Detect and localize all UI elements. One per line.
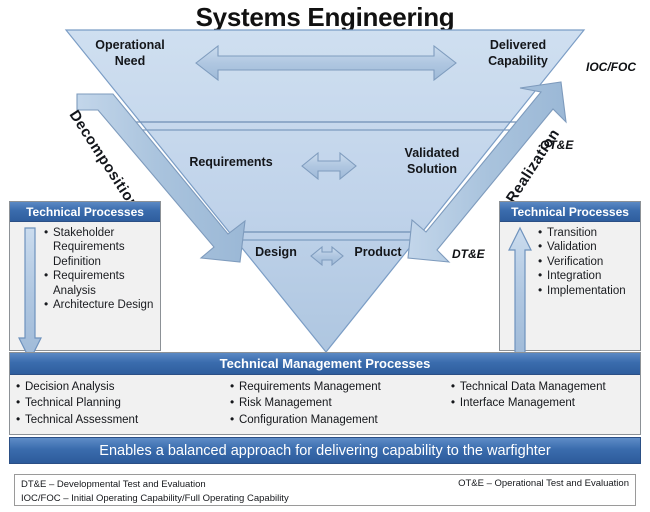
label-validated-solution: Validated Solution (404, 146, 460, 176)
label-ot-and-e: OT&E (540, 138, 574, 152)
list-item: Technical Assessment (16, 411, 230, 428)
label-requirements: Requirements (189, 155, 273, 169)
up-arrow-icon (508, 226, 532, 361)
list-item: Configuration Management (230, 411, 451, 428)
technical-processes-right-header: Technical Processes (500, 202, 640, 222)
list-item: Requirements Management (230, 378, 451, 395)
label-ioc-foc: IOC/FOC (586, 60, 636, 74)
technical-processes-right-box: Technical Processes Transition Validatio… (499, 201, 641, 361)
label-design: Design (255, 245, 297, 259)
list-item: Transition (538, 225, 636, 241)
acronym-legend-box: DT&E – Developmental Test and Evaluation… (14, 474, 636, 506)
legend-line-2: IOC/FOC – Initial Operating Capability/F… (21, 492, 289, 504)
list-item: Integration (538, 268, 636, 284)
technical-processes-left-body: Stakeholder Requirements Definition Requ… (10, 222, 160, 362)
list-item: Implementation (538, 283, 636, 299)
list-item: Validation (538, 239, 636, 255)
technical-management-processes-box: Technical Management Processes Decision … (9, 352, 641, 435)
label-operational-need: Operational Need (95, 38, 165, 68)
tmp-column-1: Decision Analysis Technical Planning Tec… (16, 378, 230, 428)
down-arrow-icon (18, 227, 42, 362)
list-item: Verification (538, 254, 636, 270)
summary-banner: Enables a balanced approach for deliveri… (9, 437, 641, 464)
label-dt-and-e: DT&E (452, 247, 485, 261)
label-product: Product (354, 245, 402, 259)
label-delivered-capability: Delivered Capability (488, 38, 548, 68)
list-item: Architecture Design (44, 297, 156, 313)
list-item: Risk Management (230, 394, 451, 411)
tmp-column-3: Technical Data Management Interface Mana… (451, 378, 640, 428)
legend-line-right: OT&E – Operational Test and Evaluation (458, 478, 629, 489)
list-item: Interface Management (451, 394, 640, 411)
list-item: Technical Data Management (451, 378, 640, 395)
tmp-column-2: Requirements Management Risk Management … (230, 378, 451, 428)
list-item: Technical Planning (16, 394, 230, 411)
technical-processes-left-box: Technical Processes Stakeholder Requirem… (9, 201, 161, 362)
list-item: Requirements Analysis (44, 268, 156, 298)
list-item: Decision Analysis (16, 378, 230, 395)
technical-processes-right-body: Transition Validation Verification Integ… (500, 222, 640, 361)
technical-management-processes-columns: Decision Analysis Technical Planning Tec… (10, 375, 640, 428)
systems-engineering-diagram: Systems Engineering Operational Need Del… (0, 0, 650, 512)
technical-processes-left-header: Technical Processes (10, 202, 160, 222)
technical-management-processes-header: Technical Management Processes (10, 353, 640, 375)
list-item: Stakeholder Requirements Definition (44, 225, 156, 269)
